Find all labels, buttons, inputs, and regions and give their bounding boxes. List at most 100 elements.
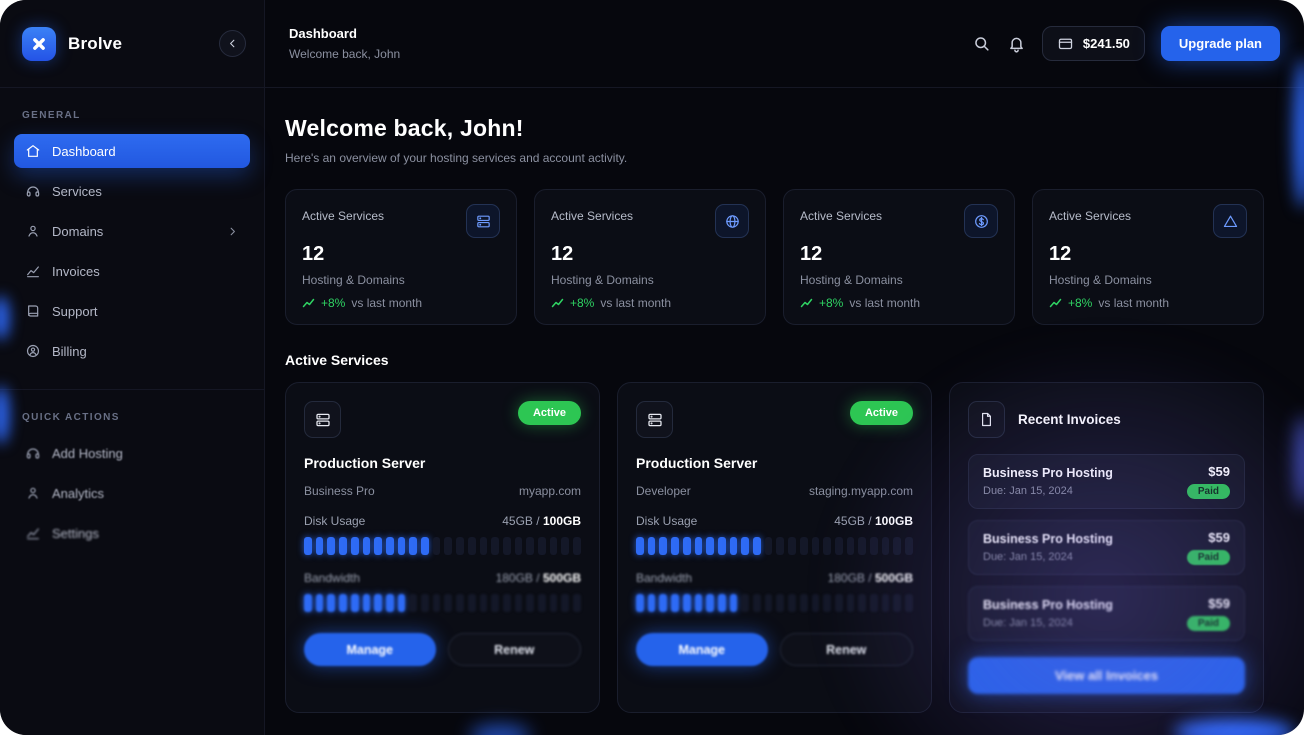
invoice-name: Business Pro Hosting: [983, 466, 1113, 480]
page-title: Welcome back, John!: [285, 115, 1264, 142]
stat-card-alerts: Active Services 12 Hosting & Domains +8%…: [1032, 189, 1264, 325]
bandwidth-values: 180GB / 500GB: [828, 571, 913, 585]
stat-card-domains: Active Services 12 Hosting & Domains +8%…: [534, 189, 766, 325]
view-all-invoices-button[interactable]: View all Invoices: [968, 657, 1245, 694]
server-card-2: Active Production Server Developer stagi…: [617, 382, 932, 713]
trend-label: vs last month: [1098, 296, 1169, 310]
sidebar-item-settings[interactable]: Settings: [14, 516, 250, 550]
topbar-subtitle: Welcome back, John: [289, 47, 400, 61]
globe-icon: [715, 204, 749, 238]
stat-value: 12: [302, 243, 500, 266]
trend-up-icon: [1049, 297, 1062, 309]
notifications-button[interactable]: [1007, 34, 1026, 53]
invoices-header: Recent Invoices: [968, 401, 1245, 438]
sidebar-section-quick-actions: QUICK ACTIONS: [22, 412, 242, 423]
user-badge-icon: [25, 223, 41, 239]
upgrade-plan-button[interactable]: Upgrade plan: [1161, 26, 1280, 61]
invoice-row[interactable]: Business Pro Hosting Due: Jan 15, 2024 $…: [968, 520, 1245, 575]
status-badge: Active: [850, 401, 913, 425]
topbar-actions: $241.50 Upgrade plan: [972, 26, 1280, 61]
bell-icon: [1007, 34, 1026, 53]
brolve-logo-icon: [22, 27, 56, 61]
dollar-circle-icon: [964, 204, 998, 238]
plan-name: Developer: [636, 484, 691, 498]
trend-value: +8%: [819, 296, 843, 310]
invoice-amount-block: $59 Paid: [1187, 464, 1230, 499]
stat-card-billing: Active Services 12 Hosting & Domains +8%…: [783, 189, 1015, 325]
sidebar-item-analytics[interactable]: Analytics: [14, 476, 250, 510]
bandwidth-bar: [304, 594, 581, 612]
topbar-titles: Dashboard Welcome back, John: [289, 26, 400, 61]
renew-button[interactable]: Renew: [780, 633, 914, 666]
line-chart-icon: [25, 525, 41, 541]
section-title-active-services: Active Services: [285, 352, 1264, 368]
sidebar-item-label: Support: [52, 304, 98, 319]
renew-button[interactable]: Renew: [448, 633, 582, 666]
trend-value: +8%: [321, 296, 345, 310]
chevron-left-icon: [226, 37, 239, 50]
invoice-amount: $59: [1187, 464, 1230, 479]
account-circle-icon: [25, 343, 41, 359]
wallet-icon: [1057, 35, 1074, 52]
sidebar-item-label: Invoices: [52, 264, 100, 279]
bandwidth-row: Bandwidth 180GB / 500GB: [636, 571, 913, 585]
line-chart-icon: [25, 263, 41, 279]
stat-value: 12: [551, 243, 749, 266]
paid-badge: Paid: [1187, 484, 1230, 499]
invoice-amount-block: $59 Paid: [1187, 530, 1230, 565]
balance-amount: $241.50: [1083, 36, 1130, 51]
disk-usage-row: Disk Usage 45GB / 100GB: [636, 514, 913, 528]
stat-value: 12: [800, 243, 998, 266]
home-icon: [25, 143, 41, 159]
user-badge-icon: [25, 485, 41, 501]
stat-title: Active Services: [551, 204, 633, 223]
sidebar-item-invoices[interactable]: Invoices: [14, 254, 250, 288]
invoice-due: Due: Jan 15, 2024: [983, 617, 1113, 629]
plan-row: Business Pro myapp.com: [304, 484, 581, 498]
invoice-row[interactable]: Business Pro Hosting Due: Jan 15, 2024 $…: [968, 454, 1245, 509]
sidebar-header: Brolve: [0, 0, 264, 88]
paid-badge: Paid: [1187, 616, 1230, 631]
sidebar-collapse-button[interactable]: [219, 30, 246, 57]
stat-caption: Hosting & Domains: [1049, 273, 1247, 287]
sidebar: Brolve GENERAL Dashboard Services Domain…: [0, 0, 265, 735]
manage-button[interactable]: Manage: [304, 633, 436, 666]
stat-card-hosting: Active Services 12 Hosting & Domains +8%…: [285, 189, 517, 325]
sidebar-divider: [0, 389, 264, 390]
stat-title: Active Services: [800, 204, 882, 223]
trend-up-icon: [302, 297, 315, 309]
sidebar-item-label: Domains: [52, 224, 103, 239]
sidebar-item-label: Dashboard: [52, 144, 116, 159]
server-domain: myapp.com: [519, 484, 581, 498]
sidebar-item-add-hosting[interactable]: Add Hosting: [14, 436, 250, 470]
disk-usage-values: 45GB / 100GB: [502, 514, 581, 528]
breadcrumb: Dashboard: [289, 26, 400, 41]
server-actions: Manage Renew: [636, 633, 913, 666]
server-name: Production Server: [636, 455, 913, 471]
sidebar-item-label: Services: [52, 184, 102, 199]
sidebar-item-domains[interactable]: Domains: [14, 214, 250, 248]
server-icon: [636, 401, 673, 438]
sidebar-item-services[interactable]: Services: [14, 174, 250, 208]
invoices-title: Recent Invoices: [1018, 412, 1121, 427]
account-balance[interactable]: $241.50: [1042, 26, 1145, 61]
stat-trend: +8% vs last month: [1049, 296, 1247, 310]
trend-label: vs last month: [351, 296, 422, 310]
disk-usage-values: 45GB / 100GB: [834, 514, 913, 528]
alert-triangle-icon: [1213, 204, 1247, 238]
sidebar-item-label: Analytics: [52, 486, 104, 501]
sidebar-section-general: GENERAL: [22, 110, 242, 121]
headset-icon: [25, 183, 41, 199]
stats-row: Active Services 12 Hosting & Domains +8%…: [285, 189, 1264, 325]
sidebar-item-dashboard[interactable]: Dashboard: [14, 134, 250, 168]
invoice-row[interactable]: Business Pro Hosting Due: Jan 15, 2024 $…: [968, 586, 1245, 641]
sidebar-item-billing[interactable]: Billing: [14, 334, 250, 368]
search-button[interactable]: [972, 34, 991, 53]
invoice-info: Business Pro Hosting Due: Jan 15, 2024: [983, 598, 1113, 629]
manage-button[interactable]: Manage: [636, 633, 768, 666]
headset-icon: [25, 445, 41, 461]
bandwidth-label: Bandwidth: [636, 571, 692, 585]
sidebar-item-support[interactable]: Support: [14, 294, 250, 328]
app-title: Brolve: [68, 34, 122, 54]
sidebar-item-label: Add Hosting: [52, 446, 123, 461]
